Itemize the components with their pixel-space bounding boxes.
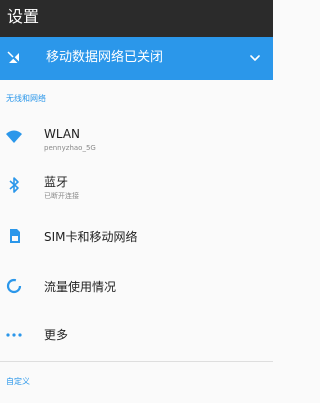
item-label: WLAN — [44, 127, 81, 141]
item-subtitle: 已断开连接 — [44, 192, 79, 200]
item-label: SIM卡和移动网络 — [44, 230, 138, 244]
list-item-bluetooth[interactable]: 蓝牙 已断开连接 — [0, 161, 273, 209]
more-icon — [6, 333, 22, 337]
list-item-wlan[interactable]: WLAN pennyzhao_5G — [0, 113, 273, 161]
list-item-sim[interactable]: SIM卡和移动网络 — [0, 211, 273, 259]
item-label: 更多 — [44, 328, 69, 342]
list-item-data-usage[interactable]: 流量使用情况 — [0, 261, 273, 309]
sim-card-icon — [10, 229, 20, 243]
page-title: 设置 — [7, 7, 40, 26]
item-label: 流量使用情况 — [44, 280, 117, 294]
app-bar: 设置 — [0, 0, 273, 37]
item-label: 蓝牙 — [44, 175, 69, 189]
mobile-data-off-icon — [7, 51, 21, 65]
section-divider — [0, 361, 273, 362]
list-item-more[interactable]: 更多 — [0, 310, 273, 358]
wifi-icon — [6, 130, 22, 143]
bluetooth-icon — [9, 177, 19, 193]
data-usage-icon — [6, 278, 22, 294]
section-header-wireless: 无线和网络 — [6, 94, 46, 103]
banner-text: 移动数据网络已关闭 — [46, 50, 164, 65]
chevron-down-icon[interactable] — [249, 52, 261, 64]
mobile-data-banner[interactable]: 移动数据网络已关闭 — [0, 37, 273, 80]
item-subtitle: pennyzhao_5G — [44, 144, 96, 152]
section-header-custom: 自定义 — [6, 377, 30, 386]
